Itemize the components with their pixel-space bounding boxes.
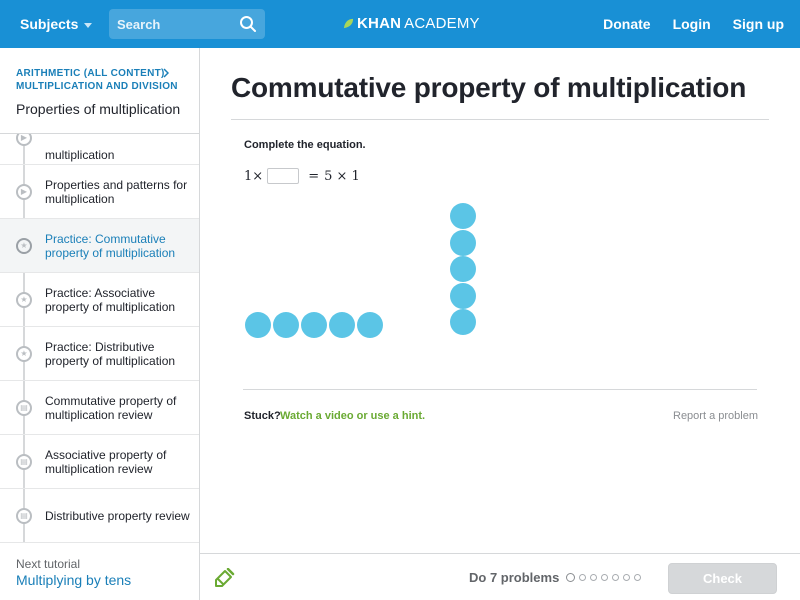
leaf-icon xyxy=(343,18,354,29)
next-tutorial-link[interactable]: Multiplying by tens xyxy=(16,572,131,588)
subjects-menu[interactable]: Subjects xyxy=(20,16,93,32)
logo-text-light: ACADEMY xyxy=(404,15,480,32)
check-button[interactable]: Check xyxy=(668,563,777,594)
play-icon: ▶ xyxy=(16,134,32,146)
sidebar-item-label: Practice: Commutative property of multip… xyxy=(45,231,176,260)
problem-count-label: Do 7 problems xyxy=(469,570,560,585)
progress-dot xyxy=(579,574,586,581)
sidebar-item-label: Associative property of multiplication r… xyxy=(45,447,167,476)
dot-vertical xyxy=(450,282,476,309)
equation: 1 × = 5 × 1 xyxy=(244,168,360,184)
play-icon: ▶ xyxy=(16,183,32,200)
sidebar-title: Properties of multiplication xyxy=(16,101,181,117)
sidebar-item-label: Commutative property of multiplication r… xyxy=(45,393,177,422)
sidebar-item-practice-associative[interactable]: ★ Practice: Associative property of mult… xyxy=(0,273,199,327)
equation-equals: = xyxy=(308,168,320,184)
search-icon[interactable] xyxy=(239,15,257,33)
page-title: Commutative property of multiplication xyxy=(231,72,747,103)
khan-academy-logo[interactable]: KHAN ACADEMY xyxy=(343,15,480,32)
divider xyxy=(243,389,757,390)
sidebar-item-label: Properties and patterns for multiplicati… xyxy=(45,177,188,206)
sidebar-item-label: Practice: Associative property of multip… xyxy=(45,285,176,314)
answer-input[interactable] xyxy=(267,168,300,184)
problem-progress xyxy=(566,573,641,582)
stuck-label: Stuck? xyxy=(244,410,281,422)
sidebar-item-practice-commutative[interactable]: ★ Practice: Commutative property of mult… xyxy=(0,219,199,273)
search-input[interactable]: Search xyxy=(109,9,265,39)
sidebar-item-distributive-review[interactable]: ▤ Distributive property review xyxy=(0,489,199,543)
breadcrumb-arithmetic[interactable]: ARITHMETIC (ALL CONTENT) xyxy=(16,68,165,79)
sidebar-item-properties-patterns[interactable]: ▶ Properties and patterns for multiplica… xyxy=(0,165,199,219)
donate-link[interactable]: Donate xyxy=(603,16,650,32)
progress-dot xyxy=(612,574,619,581)
hint-link[interactable]: Watch a video or use a hint. xyxy=(280,410,425,422)
search-placeholder: Search xyxy=(117,16,161,32)
star-icon: ★ xyxy=(16,237,32,254)
dot-horizontal xyxy=(245,312,271,338)
dot-horizontal xyxy=(357,312,383,338)
equation-left-factor: 1 xyxy=(244,168,253,184)
dot-vertical xyxy=(450,256,476,282)
star-icon: ★ xyxy=(16,291,32,308)
sidebar-item-commutative-review[interactable]: ▤ Commutative property of multiplication… xyxy=(0,381,199,435)
breadcrumb-multiplication-division[interactable]: MULTIPLICATION AND DIVISION xyxy=(16,81,178,92)
progress-dot xyxy=(590,574,597,581)
progress-dot xyxy=(601,574,608,581)
sidebar-item-practice-distributive[interactable]: ★ Practice: Distributive property of mul… xyxy=(0,327,199,381)
report-problem-link[interactable]: Report a problem xyxy=(673,410,758,422)
chevron-right-icon xyxy=(163,68,169,78)
next-tutorial-label: Next tutorial xyxy=(16,557,81,571)
star-icon: ★ xyxy=(16,345,32,362)
dot-horizontal xyxy=(301,312,327,338)
sidebar-item-multiplication-video[interactable]: ▶ multiplication xyxy=(0,134,199,165)
scratchpad-icon[interactable] xyxy=(213,568,235,588)
sidebar-item-label: multiplication xyxy=(45,148,115,162)
tutorial-sidebar: ARITHMETIC (ALL CONTENT) MULTIPLICATION … xyxy=(0,48,200,600)
equation-right-side: 5 × 1 xyxy=(324,168,360,184)
login-link[interactable]: Login xyxy=(673,16,711,32)
signup-link[interactable]: Sign up xyxy=(733,16,784,32)
dot-vertical xyxy=(450,309,476,335)
question-instruction: Complete the equation. xyxy=(244,139,366,151)
dot-vertical xyxy=(450,203,476,229)
progress-dot xyxy=(623,574,630,581)
sidebar-item-list: ▶ multiplication ▶ Properties and patter… xyxy=(0,133,199,543)
document-icon: ▤ xyxy=(16,453,32,470)
sidebar-item-label: Distributive property review xyxy=(45,508,190,523)
exercise-footer: Do 7 problems Check xyxy=(200,553,800,600)
dot-horizontal xyxy=(273,312,299,338)
progress-dot xyxy=(634,574,641,581)
dot-horizontal xyxy=(329,312,355,338)
document-icon: ▤ xyxy=(16,399,32,416)
logo-text-bold: KHAN xyxy=(357,15,402,32)
progress-dot xyxy=(566,573,575,582)
dot-vertical xyxy=(450,229,476,256)
sidebar-item-label: Practice: Distributive property of multi… xyxy=(45,339,176,368)
chevron-down-icon xyxy=(84,22,93,28)
equation-times: × xyxy=(252,168,264,184)
document-icon: ▤ xyxy=(16,507,32,524)
top-navigation-bar: Subjects Search KHAN ACADEMY Donate Login… xyxy=(0,0,800,48)
sidebar-item-associative-review[interactable]: ▤ Associative property of multiplication… xyxy=(0,435,199,489)
divider xyxy=(231,119,769,120)
subjects-label: Subjects xyxy=(20,16,79,32)
